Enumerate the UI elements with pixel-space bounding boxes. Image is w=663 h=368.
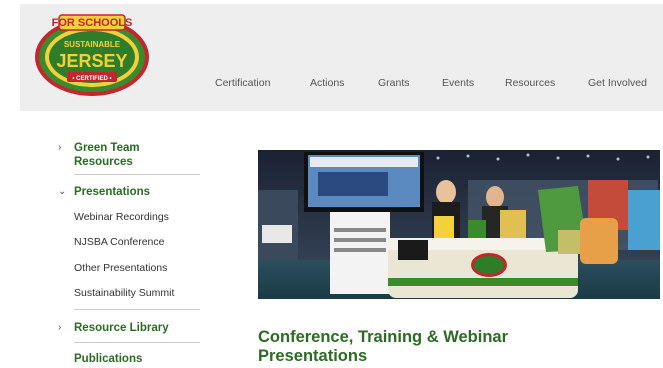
sidebar-item-label: Presentations (74, 186, 151, 198)
nav-item-certification[interactable]: Certification (215, 77, 270, 89)
conference-booth-photo (258, 150, 660, 299)
sidebar-divider (74, 174, 200, 175)
sidebar-divider (74, 342, 200, 343)
logo-middle-text: SUSTAINABLE (64, 40, 121, 49)
sidebar-subitem-njsba-conference[interactable]: NJSBA Conference (74, 236, 164, 248)
sidebar-subitem-webinar-recordings[interactable]: Webinar Recordings (74, 211, 169, 223)
chevron-right-icon: › (58, 322, 62, 333)
sidebar-subitem-sustainability-summit[interactable]: Sustainability Summit (74, 287, 174, 299)
logo-main-text: JERSEY (56, 51, 127, 71)
sidebar-item-label: Publications (74, 353, 143, 365)
nav-item-grants[interactable]: Grants (378, 77, 410, 89)
sidebar-item-label: Green Team Resources (74, 142, 140, 168)
nav-item-actions[interactable]: Actions (310, 77, 344, 89)
sidebar-subitem-other-presentations[interactable]: Other Presentations (74, 262, 167, 274)
page: FOR SCHOOLS SUSTAINABLE JERSEY • CERTIFI… (0, 0, 663, 368)
page-margin (0, 0, 20, 368)
logo-top-text: FOR SCHOOLS (52, 17, 133, 29)
nav-item-events[interactable]: Events (442, 77, 474, 89)
main-nav: Certification Actions Grants Events Reso… (0, 77, 663, 91)
nav-item-get-involved[interactable]: Get Involved (588, 77, 647, 89)
sidebar-item-label: Resource Library (74, 322, 169, 334)
sidebar-divider (74, 309, 200, 310)
chevron-down-icon: ⌄ (58, 186, 67, 197)
hero-image (258, 150, 660, 299)
page-title: Conference, Training & Webinar Presentat… (258, 328, 508, 365)
chevron-right-icon: › (58, 142, 62, 153)
nav-item-resources[interactable]: Resources (505, 77, 555, 89)
